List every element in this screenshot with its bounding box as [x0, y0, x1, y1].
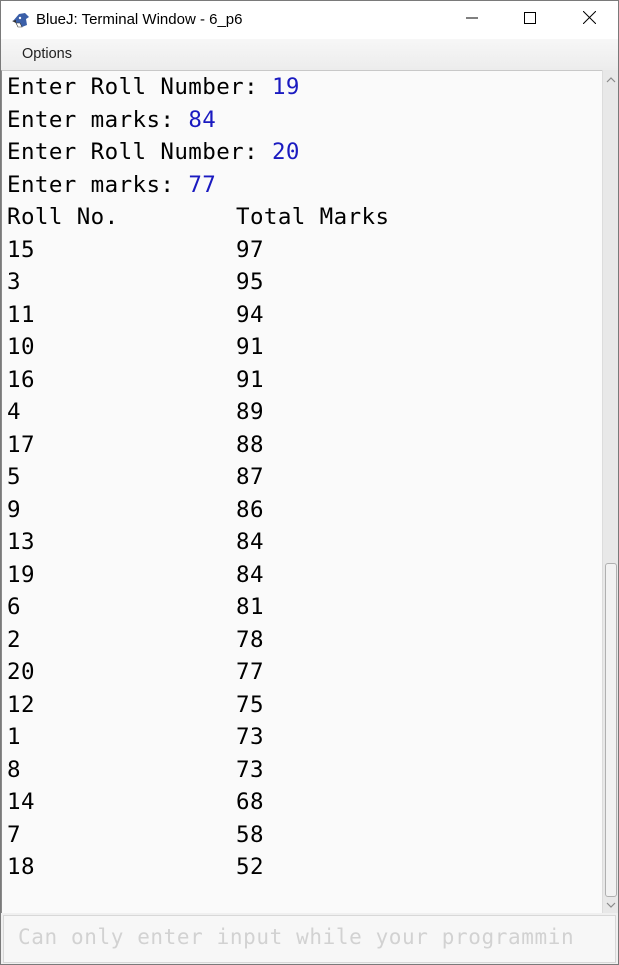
roll-number-cell: 20	[7, 659, 35, 685]
header-total-marks: Total Marks	[236, 204, 390, 230]
chevron-up-icon	[606, 70, 616, 88]
table-row: 17 88	[7, 429, 597, 461]
total-marks-cell: 91	[236, 366, 264, 393]
minimize-icon	[466, 11, 478, 29]
prompt-text: Enter marks:	[7, 171, 189, 198]
total-marks-cell: 84	[236, 561, 264, 588]
roll-number-cell: 14	[7, 789, 35, 815]
total-marks-cell: 81	[236, 594, 264, 620]
prompt-text: Enter Roll Number:	[7, 139, 272, 165]
table-row: 12 75	[7, 689, 597, 721]
input-line: Enter Roll Number: 19	[7, 71, 300, 103]
total-marks-cell: 75	[236, 691, 264, 718]
total-marks-cell: 52	[236, 854, 264, 880]
terminal-input-field[interactable]: Can only enter input while your programm…	[3, 915, 616, 963]
total-marks-cell: 68	[236, 789, 264, 815]
total-marks-cell: 87	[236, 464, 264, 490]
input-value: 20	[271, 139, 300, 165]
input-value: 84	[188, 106, 217, 133]
table-row: 5 87	[7, 461, 597, 493]
input-line: Enter marks: 84	[7, 104, 216, 136]
title-bar[interactable]: BlueJ: Terminal Window - 6_p6	[1, 1, 618, 39]
table-row: 13 84	[7, 526, 597, 558]
total-marks-cell: 86	[236, 496, 264, 523]
table-row: 18 52	[7, 851, 597, 883]
total-marks-cell: 58	[236, 821, 264, 848]
roll-number-cell: 16	[7, 366, 35, 393]
prompt-text: Enter Roll Number:	[7, 74, 272, 100]
vertical-scrollbar[interactable]	[602, 70, 618, 913]
table-row: 20 77	[7, 656, 597, 688]
table-row: 11 94	[7, 299, 597, 331]
scroll-down-button[interactable]	[603, 896, 619, 912]
total-marks-cell: 91	[236, 334, 264, 360]
roll-number-cell: 7	[7, 821, 21, 848]
maximize-button[interactable]	[501, 1, 559, 39]
bluej-logo-icon	[11, 11, 31, 29]
total-marks-cell: 78	[236, 626, 264, 653]
maximize-icon	[524, 11, 536, 29]
table-row: 4 89	[7, 396, 597, 428]
table-header: Roll No. Total Marks	[7, 201, 597, 233]
terminal-window: BlueJ: Terminal Window - 6_p6 Options En…	[0, 0, 619, 965]
total-marks-cell: 89	[236, 399, 264, 425]
roll-number-cell: 3	[7, 269, 21, 295]
scroll-thumb[interactable]	[605, 563, 617, 897]
table-row: 8 73	[7, 754, 597, 786]
total-marks-cell: 77	[236, 659, 264, 685]
chevron-down-icon	[606, 895, 616, 913]
roll-number-cell: 15	[7, 236, 35, 263]
total-marks-cell: 94	[236, 301, 264, 328]
roll-number-cell: 11	[7, 301, 35, 328]
input-value: 19	[271, 74, 300, 100]
minimize-button[interactable]	[443, 1, 501, 39]
input-line: Enter Roll Number: 20	[7, 136, 300, 168]
table-row: 9 86	[7, 494, 597, 526]
roll-number-cell: 5	[7, 464, 21, 490]
menu-options[interactable]: Options	[22, 46, 72, 62]
roll-number-cell: 18	[7, 854, 35, 880]
roll-number-cell: 6	[7, 594, 21, 620]
roll-number-cell: 9	[7, 496, 21, 523]
input-value: 77	[188, 171, 217, 198]
roll-number-cell: 2	[7, 626, 21, 653]
menu-bar: Options	[1, 39, 618, 70]
table-row: 10 91	[7, 331, 597, 363]
window-title: BlueJ: Terminal Window - 6_p6	[36, 11, 243, 28]
total-marks-cell: 97	[236, 236, 264, 263]
roll-number-cell: 12	[7, 691, 35, 718]
table-row: 6 81	[7, 591, 597, 623]
total-marks-cell: 84	[236, 529, 264, 555]
roll-number-cell: 4	[7, 399, 21, 425]
table-row: 1 73	[7, 721, 597, 753]
roll-number-cell: 13	[7, 529, 35, 555]
table-row: 2 78	[7, 624, 597, 656]
total-marks-cell: 73	[236, 756, 264, 783]
roll-number-cell: 8	[7, 756, 21, 783]
terminal-output[interactable]: Enter Roll Number: 19 Enter marks: 84 En…	[1, 70, 602, 913]
header-roll-no: Roll No.	[7, 204, 119, 230]
input-placeholder: Can only enter input while your programm…	[18, 925, 575, 949]
close-icon	[582, 10, 596, 29]
roll-number-cell: 19	[7, 561, 35, 588]
table-row: 16 91	[7, 364, 597, 396]
close-button[interactable]	[560, 1, 618, 39]
input-line: Enter marks: 77	[7, 169, 216, 201]
total-marks-cell: 88	[236, 431, 264, 458]
table-row: 19 84	[7, 559, 597, 591]
roll-number-cell: 10	[7, 334, 35, 360]
table-row: 15 97	[7, 234, 597, 266]
table-row: 14 68	[7, 786, 597, 818]
total-marks-cell: 95	[236, 269, 264, 295]
roll-number-cell: 1	[7, 724, 21, 750]
table-row: 3 95	[7, 266, 597, 298]
prompt-text: Enter marks:	[7, 106, 189, 133]
roll-number-cell: 17	[7, 431, 35, 458]
total-marks-cell: 73	[236, 724, 264, 750]
table-row: 7 58	[7, 819, 597, 851]
scroll-up-button[interactable]	[603, 71, 619, 87]
